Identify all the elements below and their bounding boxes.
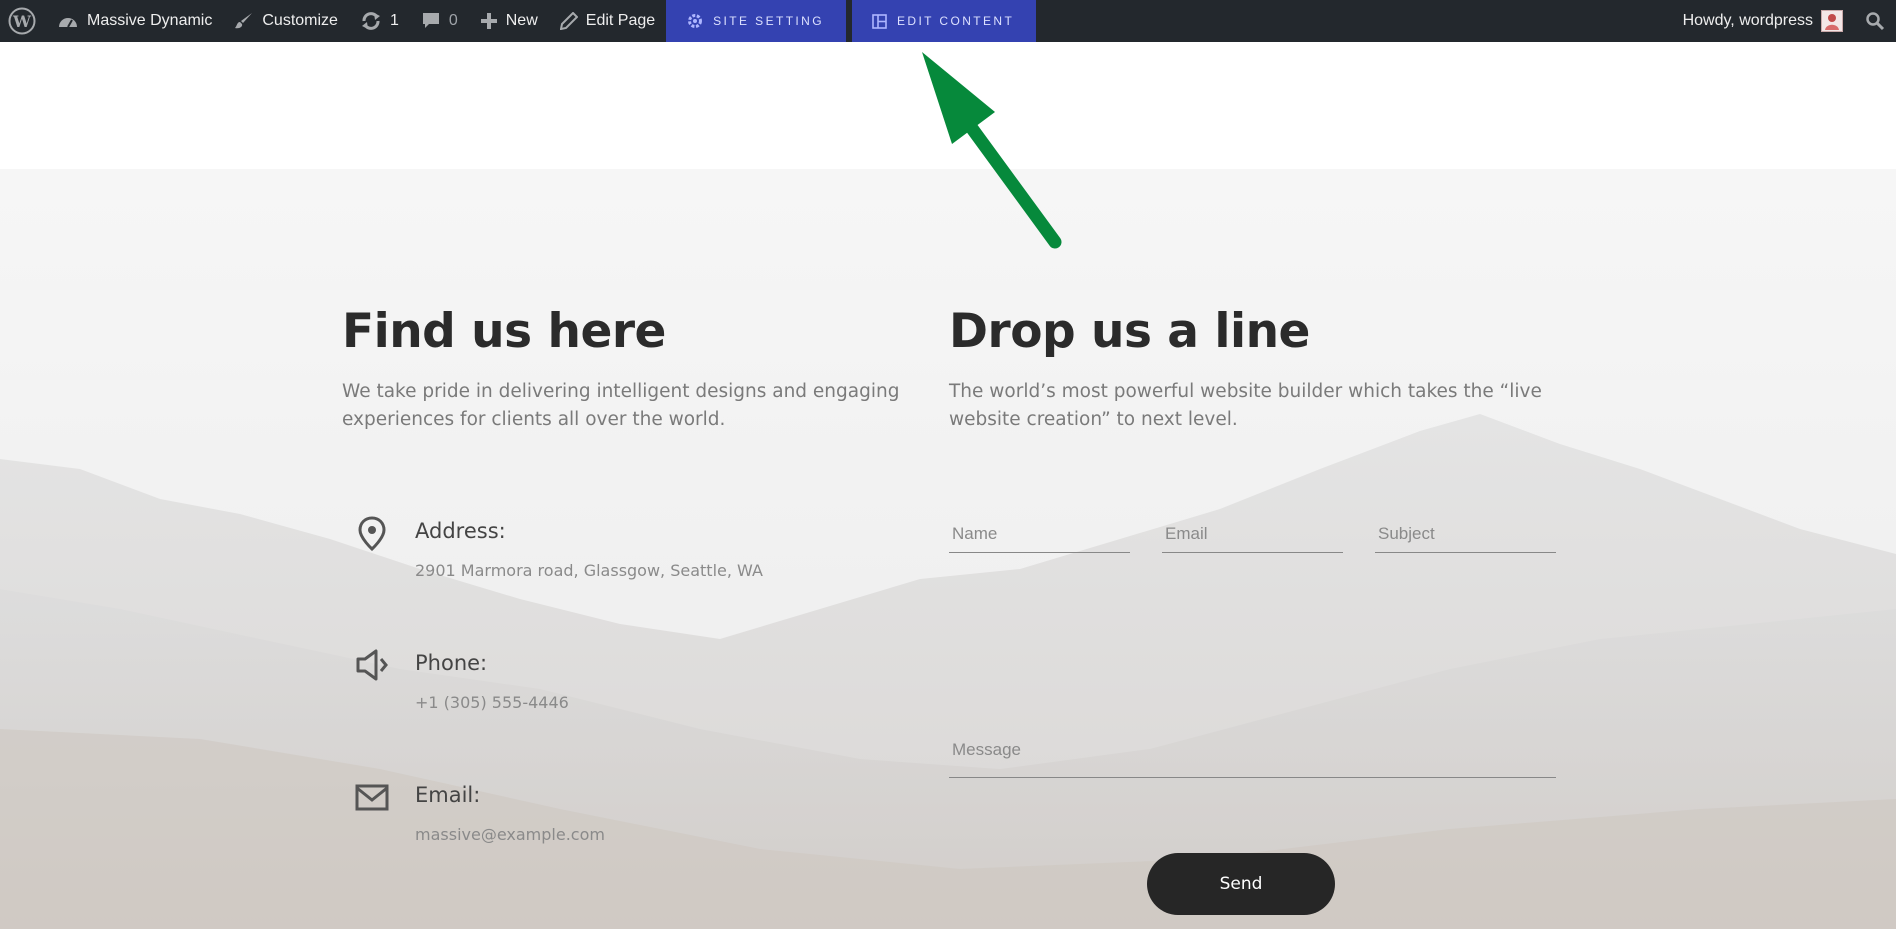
edit-content-label: EDIT CONTENT [896,14,1015,28]
updates-link[interactable]: 1 [349,0,410,42]
user-avatar-icon [1825,14,1839,30]
email-field[interactable] [1162,503,1343,552]
drop-line-lead: The world’s most powerful website builde… [949,381,1542,430]
svg-text:W: W [12,12,32,31]
my-account-menu[interactable]: Howdy, wordpress [1672,0,1854,42]
dashboard-icon [59,18,77,28]
email-field-wrapper [1162,503,1343,553]
message-field[interactable] [949,728,1556,777]
wordpress-logo-icon: W [8,7,36,35]
message-field-wrapper [949,728,1556,778]
comments-link[interactable]: 0 [410,0,469,42]
find-us-title: Find us here [342,304,666,359]
name-field[interactable] [949,503,1130,552]
edit-content-button[interactable]: EDIT CONTENT [851,0,1037,42]
find-us-lead: We take pride in delivering intelligent … [342,381,900,430]
find-us-column: Find us here We take pride in delivering… [342,300,922,434]
paintbrush-icon [235,13,253,29]
admin-bar-secondary: Howdy, wordpress [1672,0,1896,42]
location-pin-icon [358,516,386,551]
edit-page-label: Edit Page [585,12,656,29]
search-icon [1866,12,1885,31]
send-button[interactable]: Send [1147,853,1335,915]
mountain-background-image [0,414,1896,929]
updates-icon [361,12,380,30]
drop-line-column: Drop us a line The world’s most powerful… [949,300,1559,434]
admin-bar: W Massive Dynamic Customize 1 0 New Edit… [0,0,1896,42]
phone-value: +1 (305) 555-4446 [415,693,569,712]
customize-label: Customize [262,12,338,29]
site-name-menu[interactable]: Massive Dynamic [46,0,223,42]
avatar [1821,10,1843,32]
comments-count: 0 [448,12,458,29]
customize-link[interactable]: Customize [223,0,349,42]
subject-field[interactable] [1375,503,1556,552]
contact-section [0,169,1896,929]
address-value: 2901 Marmora road, Glassgow, Seattle, WA [415,561,763,580]
updates-count: 1 [389,12,399,29]
comment-bubble-icon [422,13,439,28]
layout-grid-icon [872,13,887,29]
new-content-menu[interactable]: New [469,0,549,42]
site-setting-label: SITE SETTING [713,14,824,28]
account-greeting: Howdy, wordpress [1682,12,1813,29]
pencil-icon [559,12,578,30]
megaphone-icon [356,649,388,681]
annotation-arrow-icon [922,52,1062,249]
plus-icon [480,13,497,29]
email-label: Email: [415,783,481,807]
phone-label: Phone: [415,651,488,675]
name-field-wrapper [949,503,1130,553]
search-toggle[interactable] [1854,0,1896,42]
edit-page-link[interactable]: Edit Page [549,0,666,42]
drop-line-title: Drop us a line [949,304,1310,359]
email-value: massive@example.com [415,825,605,844]
site-name: Massive Dynamic [87,12,213,29]
wordpress-logo-menu[interactable]: W [0,0,46,42]
new-label: New [505,12,538,29]
address-label: Address: [415,519,506,543]
subject-field-wrapper [1375,503,1556,553]
site-setting-button[interactable]: SITE SETTING [666,0,846,42]
gear-icon [688,14,703,28]
envelope-icon [355,784,389,811]
